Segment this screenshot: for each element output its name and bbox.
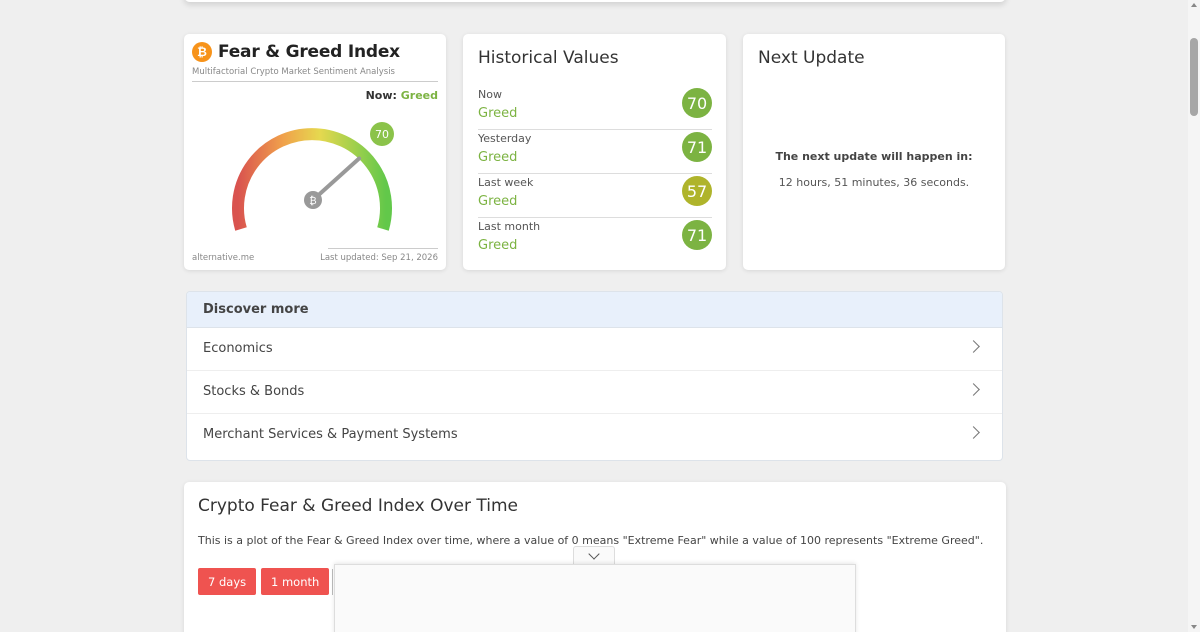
range-1-month-button[interactable]: 1 month (261, 568, 330, 595)
historical-row-classification: Greed (478, 238, 518, 253)
historical-row: Last month Greed 71 (478, 218, 712, 262)
gauge-value-badge: 70 (370, 122, 394, 146)
discover-item-label: Economics (203, 341, 273, 356)
fear-greed-title: Fear & Greed Index (218, 42, 400, 62)
next-update-title: Next Update (758, 48, 865, 68)
divider (328, 248, 438, 249)
historical-row-label: Last month (478, 220, 541, 233)
top-card-edge (184, 0, 1006, 2)
historical-row-classification: Greed (478, 150, 518, 165)
discover-item-merchant-services[interactable]: Merchant Services & Payment Systems (187, 414, 1002, 457)
historical-value-badge: 71 (682, 132, 712, 162)
next-update-countdown: 12 hours, 51 minutes, 36 seconds. (778, 176, 970, 189)
historical-row-label: Now (478, 88, 502, 101)
gauge-hub-bitcoin-icon: ₿ (309, 195, 316, 207)
divider (192, 81, 438, 82)
discover-item-economics[interactable]: Economics (187, 328, 1002, 371)
historical-row-label: Last week (478, 176, 534, 189)
historical-row: Last week Greed 57 (478, 174, 712, 218)
chevron-down-icon (588, 548, 600, 560)
page-scrollbar[interactable] (1188, 0, 1200, 632)
source-label: alternative.me (192, 253, 255, 263)
ad-collapse-toggle[interactable] (573, 546, 615, 564)
gauge-chart: ₿ (232, 128, 392, 231)
historical-row: Now Greed 70 (478, 86, 712, 130)
historical-row-classification: Greed (478, 106, 518, 121)
ad-overlay (334, 564, 856, 632)
chevron-right-icon (967, 340, 980, 353)
discover-item-label: Stocks & Bonds (203, 384, 305, 399)
historical-row-classification: Greed (478, 194, 518, 209)
next-update-heading: The next update will happen in: (775, 150, 973, 163)
fear-greed-header: ₿ Fear & Greed Index (192, 42, 400, 62)
discover-item-stocks-bonds[interactable]: Stocks & Bonds (187, 371, 1002, 414)
historical-value-badge: 70 (682, 88, 712, 118)
discover-more-header: Discover more (187, 292, 1002, 328)
scroll-down-icon[interactable] (1191, 625, 1197, 629)
gauge-arc (232, 128, 392, 231)
over-time-title: Crypto Fear & Greed Index Over Time (198, 496, 518, 516)
historical-value-badge: 71 (682, 220, 712, 250)
last-updated: Last updated: Sep 21, 2026 (320, 253, 438, 263)
gauge-needle (311, 156, 362, 202)
next-update-card: Next Update The next update will happen … (743, 34, 1005, 270)
scroll-up-icon[interactable] (1191, 3, 1197, 7)
range-7-days-button[interactable]: 7 days (198, 568, 257, 595)
chevron-right-icon (967, 383, 980, 396)
scrollbar-thumb[interactable] (1190, 38, 1198, 116)
historical-value-badge: 57 (682, 176, 712, 206)
chevron-right-icon (967, 426, 980, 439)
historical-row: Yesterday Greed 71 (478, 130, 712, 174)
historical-row-label: Yesterday (478, 132, 532, 145)
historical-title: Historical Values (478, 48, 619, 68)
discover-item-label: Merchant Services & Payment Systems (203, 427, 458, 442)
fear-greed-subtitle: Multifactorial Crypto Market Sentiment A… (192, 67, 395, 77)
discover-more-heading: Discover more (203, 302, 309, 317)
fear-greed-card: ₿ Fear & Greed Index Multifactorial Cryp… (184, 34, 446, 270)
discover-more-panel: Discover more Economics Stocks & Bonds M… (186, 291, 1003, 461)
historical-values-card: Historical Values Now Greed 70 Yesterday… (463, 34, 726, 270)
bitcoin-icon: ₿ (192, 42, 212, 62)
